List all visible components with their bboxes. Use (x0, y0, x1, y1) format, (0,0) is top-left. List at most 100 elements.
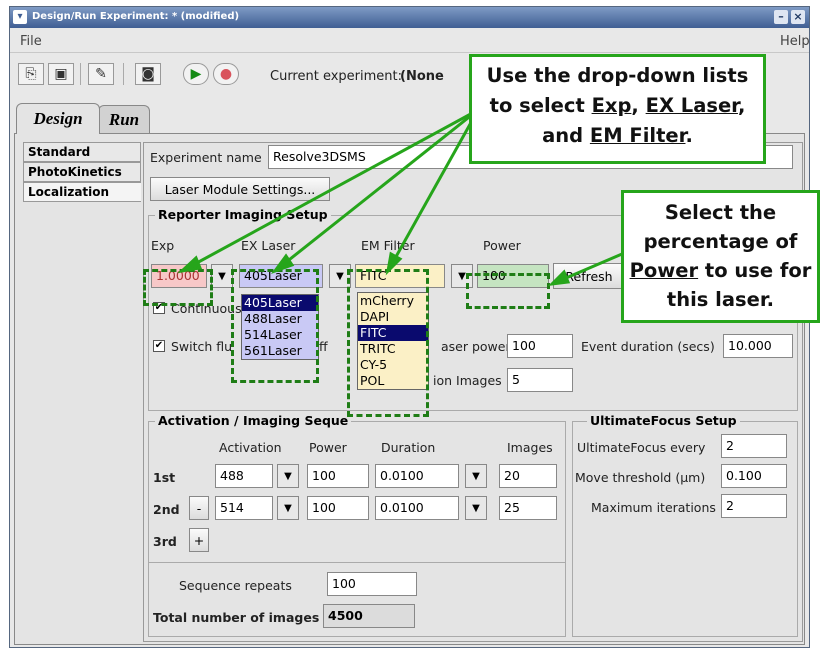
activation-sequence-title: Activation / Imaging Seque (155, 413, 352, 428)
power-callout-text: to use for (698, 259, 812, 282)
dropdown-callout-em-filter: EM Filter (589, 124, 686, 147)
switch-checkbox[interactable]: ✔ (153, 340, 165, 352)
sidebar-item-localization[interactable]: Localization (23, 182, 141, 202)
exp-label: Exp (151, 238, 175, 253)
power-callout-line4: this laser. (666, 288, 775, 311)
row-1st-images-input[interactable]: 20 (499, 464, 557, 488)
window-menu-icon[interactable]: ▾ (13, 10, 27, 24)
dropdown-callout: Use the drop-down lists to select Exp, E… (469, 54, 766, 164)
toolbar-separator (123, 63, 124, 85)
ultimatefocus-title: UltimateFocus Setup (587, 413, 740, 428)
minimize-icon[interactable]: – (774, 10, 788, 24)
close-icon[interactable]: × (791, 10, 805, 24)
open-icon[interactable]: ⎘ (18, 63, 44, 85)
row-2nd-activation-dropdown-icon[interactable]: ▼ (277, 496, 299, 520)
images-header: Images (507, 440, 553, 455)
em-filter-highlight (347, 269, 429, 417)
camera-icon[interactable]: ◙ (135, 63, 161, 85)
laser-module-settings-button[interactable]: Laser Module Settings... (150, 177, 330, 201)
power-callout-power: Power (629, 259, 699, 282)
dropdown-callout-line3: and EM Filter. (472, 121, 763, 151)
toolbar-separator (80, 63, 81, 85)
sidebar-item-standard[interactable]: Standard (23, 142, 141, 162)
row-1st-duration-dropdown-icon[interactable]: ▼ (465, 464, 487, 488)
focus-every-input[interactable]: 2 (721, 434, 787, 458)
row-1st-duration-select[interactable]: 0.0100 (375, 464, 459, 488)
reporter-imaging-title: Reporter Imaging Setup (155, 207, 331, 222)
row-2nd-label: 2nd (153, 502, 180, 517)
max-iterations-label: Maximum iterations (591, 500, 716, 515)
event-duration-label: Event duration (secs) (581, 339, 715, 354)
row-2nd-images-input[interactable]: 25 (499, 496, 557, 520)
activation-sequence-group: Activation / Imaging Seque Activation Po… (148, 413, 566, 637)
current-experiment-value: (None (400, 69, 444, 84)
experiment-name-label: Experiment name (150, 150, 262, 165)
menu-file[interactable]: File (20, 34, 42, 49)
dropdown-callout-exp: Exp (591, 94, 632, 117)
row-1st-power-input[interactable]: 100 (307, 464, 369, 488)
menu-bar: File Help (10, 29, 809, 53)
row-3rd-label: 3rd (153, 534, 177, 549)
stop-icon[interactable]: ● (213, 63, 239, 85)
activation-images-label: ion Images (433, 373, 502, 388)
activation-images-input[interactable]: 5 (507, 368, 573, 392)
edit-icon[interactable]: ✎ (88, 63, 114, 85)
power-label: Power (483, 238, 521, 253)
dropdown-callout-text: , (737, 94, 746, 117)
move-threshold-input[interactable]: 0.100 (721, 464, 787, 488)
title-bar: ▾ Design/Run Experiment: * (modified) – … (10, 7, 809, 28)
window-title: Design/Run Experiment: * (modified) (32, 11, 240, 22)
switch-label-tail: ff (319, 339, 328, 354)
add-row-button[interactable]: + (189, 528, 209, 552)
tab-run[interactable]: Run (98, 105, 150, 133)
focus-every-label: UltimateFocus every (577, 440, 706, 455)
remove-row-button[interactable]: - (189, 496, 209, 520)
save-icon[interactable]: ▣ (48, 63, 74, 85)
switch-label: Switch flu (171, 339, 233, 354)
dropdown-callout-text: . (685, 124, 693, 147)
move-threshold-label: Move threshold (µm) (575, 470, 706, 485)
sequence-repeats-label: Sequence repeats (179, 578, 292, 593)
row-2nd-duration-dropdown-icon[interactable]: ▼ (465, 496, 487, 520)
ultimatefocus-group: UltimateFocus Setup UltimateFocus every … (572, 413, 798, 637)
laser-power-input[interactable]: 100 (507, 334, 573, 358)
sequence-divider (149, 562, 565, 563)
power-callout-line2: percentage of (643, 230, 798, 253)
play-icon[interactable]: ▶ (183, 63, 209, 85)
total-images-value: 4500 (323, 604, 415, 628)
dropdown-callout-text: to select (489, 94, 592, 117)
power-callout: Select the percentage of Power to use fo… (621, 190, 820, 323)
exp-highlight (143, 269, 213, 306)
sidebar-item-photokinetics[interactable]: PhotoKinetics (23, 162, 141, 182)
activation-header: Activation (219, 440, 282, 455)
event-duration-input[interactable]: 10.000 (723, 334, 793, 358)
menu-help[interactable]: Help (780, 34, 809, 49)
row-1st-activation-dropdown-icon[interactable]: ▼ (277, 464, 299, 488)
row-1st-label: 1st (153, 470, 176, 485)
power-header: Power (309, 440, 347, 455)
em-filter-label: EM Filter (361, 238, 415, 253)
ex-laser-label: EX Laser (241, 238, 296, 253)
current-experiment-label: Current experiment: (270, 69, 403, 84)
row-1st-activation-select[interactable]: 488 (215, 464, 273, 488)
dropdown-callout-text: and (542, 124, 590, 147)
row-2nd-power-input[interactable]: 100 (307, 496, 369, 520)
sequence-repeats-input[interactable]: 100 (327, 572, 417, 596)
power-callout-line3: Power to use for (624, 256, 817, 285)
dropdown-callout-text: , (631, 94, 646, 117)
dropdown-callout-ex-laser: EX Laser (645, 94, 738, 117)
max-iterations-input[interactable]: 2 (721, 494, 787, 518)
dropdown-callout-line2: to select Exp, EX Laser, (472, 91, 763, 121)
tab-design[interactable]: Design (16, 103, 100, 134)
ex-laser-highlight (231, 269, 319, 383)
row-2nd-duration-select[interactable]: 0.0100 (375, 496, 459, 520)
power-highlight (466, 273, 550, 309)
row-2nd-activation-select[interactable]: 514 (215, 496, 273, 520)
power-callout-line1: Select the (664, 201, 777, 224)
exp-dropdown-icon[interactable]: ▼ (211, 264, 233, 288)
laser-power-label: aser power (441, 339, 511, 354)
dropdown-callout-line1: Use the drop-down lists (486, 64, 749, 87)
duration-header: Duration (381, 440, 436, 455)
total-images-label: Total number of images (153, 610, 320, 625)
refresh-button[interactable]: Refresh (553, 263, 625, 289)
